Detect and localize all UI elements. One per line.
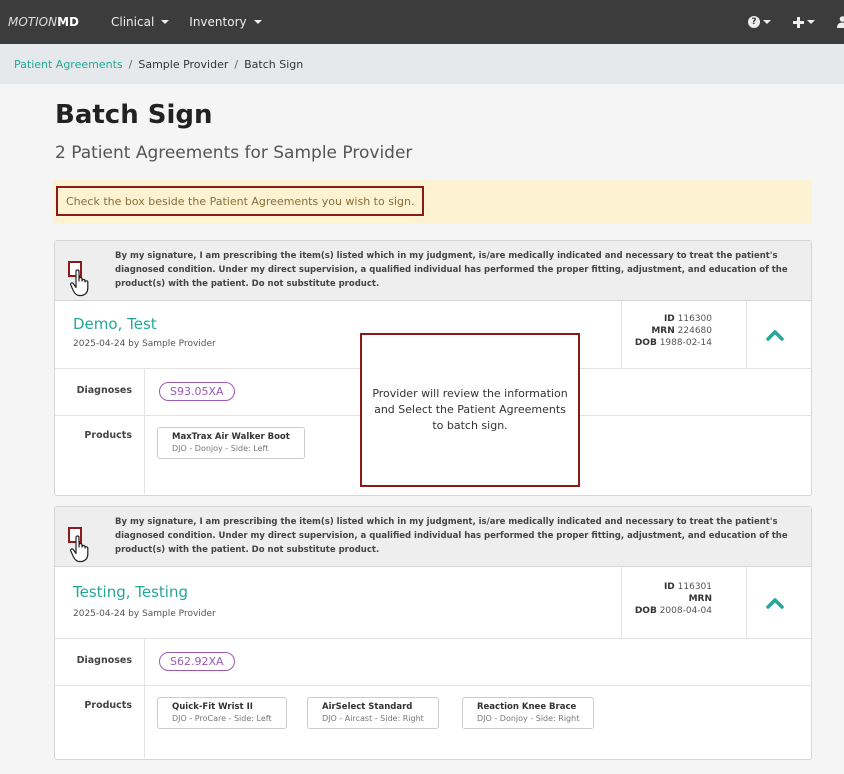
patient-mrn: 224680: [677, 326, 712, 336]
product-name: Reaction Knee Brace: [477, 702, 577, 712]
patient-name[interactable]: Demo, Test: [73, 315, 157, 333]
products-body: Quick-Fit Wrist II DJO - ProCare - Side:…: [145, 686, 811, 758]
patient-header: Testing, Testing 2025-04-24 by Sample Pr…: [55, 567, 811, 639]
annotation-callout: Provider will review the information and…: [360, 333, 580, 487]
breadcrumb-separator: /: [234, 57, 239, 71]
help-menu[interactable]: ?: [748, 16, 771, 28]
plus-icon: [793, 16, 804, 28]
product-card: MaxTrax Air Walker Boot DJO - Donjoy - S…: [157, 427, 305, 459]
product-name: Quick-Fit Wrist II: [172, 702, 253, 712]
brand-logo[interactable]: MOTIONMD: [8, 15, 79, 29]
chevron-down-icon: [763, 20, 771, 24]
product-details: DJO - Donjoy - Side: Right: [477, 714, 580, 723]
breadcrumb-separator: /: [128, 57, 133, 71]
patient-id: 116301: [677, 582, 712, 592]
diagnoses-label: Diagnoses: [55, 639, 145, 685]
dob-label: DOB: [634, 606, 657, 616]
add-menu[interactable]: [793, 16, 815, 28]
id-label: ID: [663, 582, 675, 592]
brand-bold: MD: [57, 15, 79, 29]
signature-header: By my signature, I am prescribing the it…: [55, 241, 811, 301]
dob-label: DOB: [634, 338, 657, 348]
hand-pointer-icon: [70, 269, 89, 297]
nav-clinical-menu[interactable]: Clinical: [111, 15, 170, 29]
patient-name[interactable]: Testing, Testing: [73, 583, 188, 601]
page-title: Batch Sign: [55, 100, 213, 130]
patient-identifiers: ID 116300 MRN 224680 DOB 1988-02-14: [621, 301, 747, 368]
patient-id: 116300: [677, 314, 712, 324]
callout-text: Provider will review the information and…: [372, 387, 568, 432]
product-details: DJO - Donjoy - Side: Left: [172, 444, 269, 453]
brand-light: MOTION: [8, 15, 58, 29]
diagnoses-body: S62.92XA: [145, 639, 811, 685]
diagnoses-row: Diagnoses S62.92XA: [55, 639, 811, 686]
product-details: DJO - Aircast - Side: Right: [322, 714, 424, 723]
signature-text: By my signature, I am prescribing the it…: [115, 251, 788, 289]
diagnosis-badge: S93.05XA: [159, 382, 235, 401]
page-subtitle: 2 Patient Agreements for Sample Provider: [55, 143, 413, 163]
top-navbar: MOTIONMD Clinical Inventory ?: [0, 0, 844, 44]
chevron-down-icon: [161, 20, 170, 24]
chevron-down-icon: [807, 20, 815, 24]
agreement-meta: 2025-04-24 by Sample Provider: [73, 339, 216, 349]
patient-identifiers: ID 116301 MRN DOB 2008-04-04: [621, 567, 747, 638]
product-card: Quick-Fit Wrist II DJO - ProCare - Side:…: [157, 697, 287, 729]
diagnosis-badge: S62.92XA: [159, 652, 235, 671]
breadcrumb-patient-agreements[interactable]: Patient Agreements: [14, 58, 123, 71]
hand-pointer-icon: [70, 535, 89, 563]
id-label: ID: [663, 314, 675, 324]
question-circle-icon: ?: [748, 16, 760, 28]
instruction-highlight: Check the box beside the Patient Agreeme…: [56, 186, 425, 216]
product-card: Reaction Knee Brace DJO - Donjoy - Side:…: [462, 697, 595, 729]
user-menu[interactable]: [837, 16, 844, 28]
product-details: DJO - ProCare - Side: Left: [172, 714, 272, 723]
chevron-up-icon[interactable]: [763, 591, 787, 615]
products-row: Products Quick-Fit Wrist II DJO - ProCar…: [55, 686, 811, 758]
mrn-label: MRN: [651, 326, 675, 336]
signature-header: By my signature, I am prescribing the it…: [55, 507, 811, 567]
chevron-down-icon: [253, 20, 262, 24]
signature-text: By my signature, I am prescribing the it…: [115, 517, 788, 555]
product-card: AirSelect Standard DJO - Aircast - Side:…: [307, 697, 439, 729]
mrn-label: MRN: [688, 594, 712, 604]
diagnoses-label: Diagnoses: [55, 369, 145, 415]
agreement-meta: 2025-04-24 by Sample Provider: [73, 609, 216, 619]
product-name: MaxTrax Air Walker Boot: [172, 432, 290, 442]
breadcrumb: Patient Agreements / Sample Provider / B…: [0, 44, 844, 84]
instruction-text: Check the box beside the Patient Agreeme…: [66, 194, 415, 208]
nav-right: ?: [726, 0, 844, 44]
agreement-card: By my signature, I am prescribing the it…: [54, 506, 812, 760]
patient-dob: 2008-04-04: [659, 606, 712, 616]
nav-inventory-label: Inventory: [189, 15, 247, 29]
patient-dob: 1988-02-14: [659, 338, 712, 348]
products-label: Products: [55, 686, 145, 758]
products-label: Products: [55, 416, 145, 494]
user-icon: [837, 16, 844, 28]
chevron-up-icon[interactable]: [763, 323, 787, 347]
instruction-alert: Check the box beside the Patient Agreeme…: [54, 180, 812, 224]
nav-inventory-menu[interactable]: Inventory: [189, 15, 262, 29]
breadcrumb-current: Batch Sign: [244, 57, 304, 71]
nav-clinical-label: Clinical: [111, 15, 155, 29]
breadcrumb-provider: Sample Provider: [138, 57, 229, 71]
product-name: AirSelect Standard: [322, 702, 413, 712]
